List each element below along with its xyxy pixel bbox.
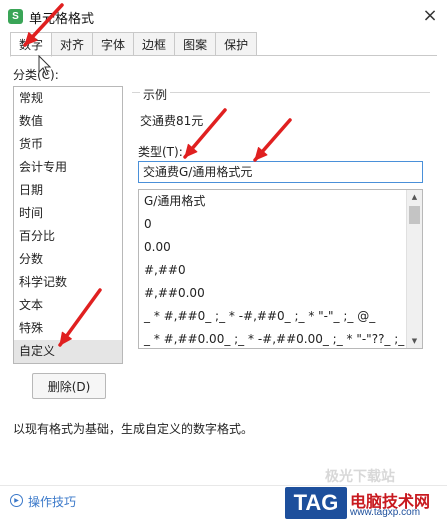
category-item-custom[interactable]: 自定义 xyxy=(14,340,122,363)
sample-value: 交通费81元 xyxy=(140,114,204,128)
annotation-arrowhead xyxy=(184,143,198,158)
tab-border[interactable]: 边框 xyxy=(134,32,176,56)
scroll-up-icon[interactable]: ▲ xyxy=(407,190,422,204)
category-item-fraction[interactable]: 分数 xyxy=(14,248,122,271)
format-item[interactable]: 0 xyxy=(139,213,422,236)
format-item[interactable]: 0.00 xyxy=(139,236,422,259)
format-item[interactable]: G/通用格式 xyxy=(139,190,422,213)
tab-font[interactable]: 字体 xyxy=(93,32,135,56)
tab-alignment[interactable]: 对齐 xyxy=(52,32,94,56)
format-list-scrollbar[interactable]: ▲ ▼ xyxy=(406,190,422,348)
category-item-currency[interactable]: 货币 xyxy=(14,133,122,156)
format-item[interactable]: #,##0.00 xyxy=(139,282,422,305)
watermark-faint-text: 极光下载站 xyxy=(325,469,395,485)
tab-number[interactable]: 数字 xyxy=(10,32,53,57)
sample-label: 示例 xyxy=(140,86,171,103)
scroll-down-icon[interactable]: ▼ xyxy=(407,334,422,348)
tips-link[interactable]: 操作技巧 xyxy=(28,493,76,510)
tab-protection[interactable]: 保护 xyxy=(216,32,258,56)
category-item-general[interactable]: 常规 xyxy=(14,87,122,110)
category-item-text[interactable]: 文本 xyxy=(14,294,122,317)
close-icon[interactable]: × xyxy=(420,6,440,26)
format-item[interactable]: _ * #,##0_ ;_ * -#,##0_ ;_ * "-"_ ;_ @_ xyxy=(139,305,422,328)
category-item-time[interactable]: 时间 xyxy=(14,202,122,225)
format-item[interactable]: _ * #,##0.00_ ;_ * -#,##0.00_ ;_ * "-"??… xyxy=(139,328,422,348)
watermark-url: www.tagxp.com xyxy=(350,507,421,518)
watermark-logo: TAG xyxy=(285,487,347,519)
play-icon[interactable]: ▶ xyxy=(10,494,23,507)
window-title: 单元格格式 xyxy=(29,12,95,27)
category-item-special[interactable]: 特殊 xyxy=(14,317,122,340)
scroll-thumb[interactable] xyxy=(409,206,420,224)
sample-divider xyxy=(132,92,430,93)
format-description: 以现有格式为基础，生成自定义的数字格式。 xyxy=(13,422,254,436)
app-icon: S xyxy=(8,9,23,24)
tab-divider xyxy=(10,55,437,56)
annotation-arrow xyxy=(253,118,292,162)
category-item-percentage[interactable]: 百分比 xyxy=(14,225,122,248)
delete-button[interactable]: 删除(D) xyxy=(32,373,106,399)
category-item-number[interactable]: 数值 xyxy=(14,110,122,133)
type-label: 类型(T): xyxy=(138,145,183,159)
tab-bar: 数字 对齐 字体 边框 图案 保护 xyxy=(10,32,258,57)
annotation-arrowhead xyxy=(254,146,268,161)
category-label: 分类(C): xyxy=(13,68,59,82)
tab-pattern[interactable]: 图案 xyxy=(175,32,217,56)
format-item[interactable]: #,##0 xyxy=(139,259,422,282)
type-input[interactable]: 交通费G/通用格式元 xyxy=(138,161,423,183)
category-item-accounting[interactable]: 会计专用 xyxy=(14,156,122,179)
category-item-scientific[interactable]: 科学记数 xyxy=(14,271,122,294)
category-list[interactable]: 常规 数值 货币 会计专用 日期 时间 百分比 分数 科学记数 文本 特殊 自定… xyxy=(13,86,123,364)
category-item-date[interactable]: 日期 xyxy=(14,179,122,202)
format-list[interactable]: G/通用格式 0 0.00 #,##0 #,##0.00 _ * #,##0_ … xyxy=(138,189,423,349)
